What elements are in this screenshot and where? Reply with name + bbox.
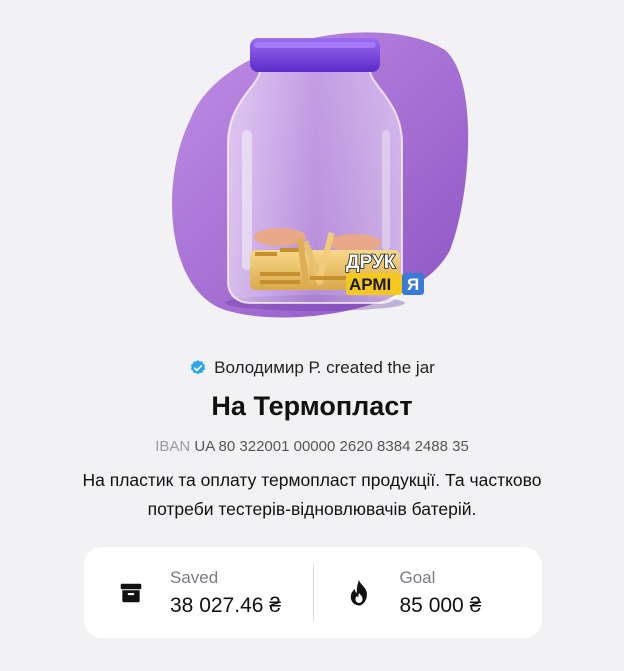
jar-illustration: ДРУК АРМІ Я [172, 32, 469, 318]
druk-armia-logo: ДРУК АРМІ Я [345, 251, 424, 295]
svg-text:АРМІ: АРМІ [349, 275, 391, 294]
archive-box-icon [116, 578, 146, 608]
saved-stat: Saved 38 027.46 ₴ [84, 547, 313, 638]
creator-text: Володимир Р. created the jar [214, 358, 435, 377]
saved-label: Saved [170, 567, 219, 587]
iban-label: IBAN [155, 438, 191, 455]
goal-value: 85 000 ₴ [399, 593, 482, 617]
jar-description: На пластик та оплату термопласт продукці… [0, 466, 624, 524]
svg-text:Я: Я [407, 275, 419, 294]
svg-text:ДРУК: ДРУК [346, 252, 396, 273]
goal-stat: Goal 85 000 ₴ [314, 547, 543, 638]
description-line: потреби тестерів-відновлювачів батерій. [147, 499, 477, 519]
saved-value: 38 027.46 ₴ [170, 593, 281, 617]
iban-value[interactable]: UA 80 322001 00000 2620 8384 2488 35 [194, 438, 468, 455]
jar-stats-card: Saved 38 027.46 ₴ Goal 85 000 ₴ [84, 547, 542, 638]
jar-title: На Термопласт [211, 391, 413, 421]
description-line: На пластик та оплату термопласт продукці… [82, 470, 542, 490]
verified-check-icon [191, 360, 206, 375]
creator-line: Володимир Р. created the jar [0, 358, 624, 378]
goal-label: Goal [399, 567, 436, 587]
flame-icon [344, 578, 374, 608]
iban-line[interactable]: IBAN UA 80 322001 00000 2620 8384 2488 3… [0, 438, 624, 455]
